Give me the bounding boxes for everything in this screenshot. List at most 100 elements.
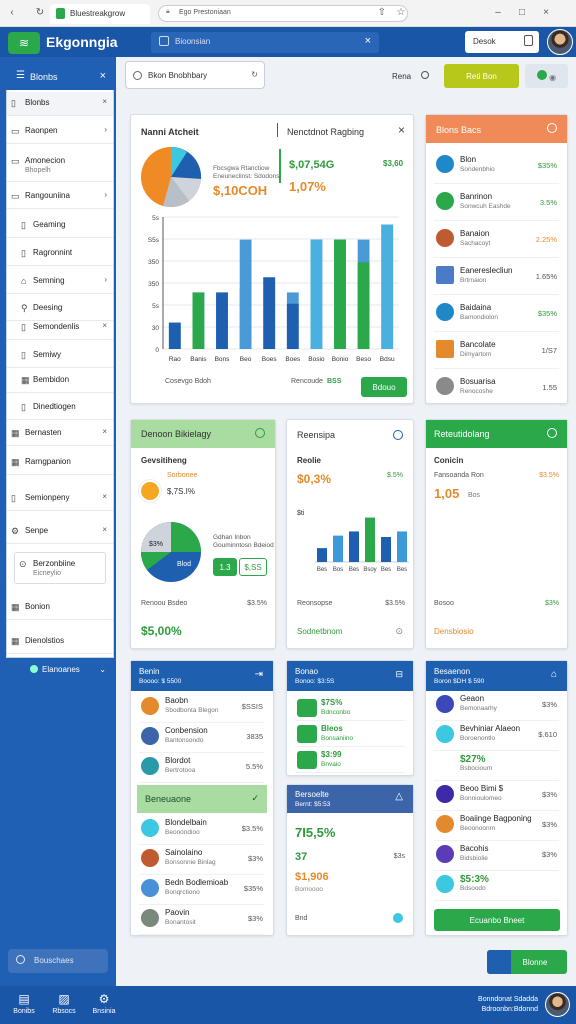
nav-label: Bonibs bbox=[13, 1008, 35, 1015]
sidebar-item[interactable]: ▦ Bembidon bbox=[7, 369, 113, 393]
close-icon[interactable]: × bbox=[102, 321, 107, 330]
header-search-input[interactable]: Bioonsian × bbox=[151, 32, 379, 53]
sidebar-item[interactable]: ⌂ Semning › bbox=[7, 270, 113, 294]
back-icon[interactable]: ‹ bbox=[6, 7, 18, 19]
list-item[interactable]: Blordot Bertrotooa 5.5% bbox=[139, 753, 265, 783]
sidebar-close-icon[interactable]: × bbox=[100, 70, 106, 82]
list-item[interactable]: Bevhiniar Alaeon Boroenontlo $.610 bbox=[434, 721, 559, 751]
close-icon[interactable]: × bbox=[398, 123, 405, 137]
list-item[interactable]: $5:3% Bdsoodo bbox=[434, 871, 559, 901]
share-icon[interactable]: ⇧ bbox=[376, 7, 388, 19]
home-icon[interactable]: ⌂ bbox=[551, 669, 557, 680]
export-icon[interactable]: ⇥ bbox=[255, 669, 263, 680]
chevron-right-icon[interactable]: › bbox=[104, 125, 107, 134]
list-item[interactable]: Blondelbain Beonondioo $3.5% bbox=[139, 815, 265, 845]
floating-action-button[interactable]: Blonne bbox=[487, 950, 567, 974]
close-icon[interactable]: × bbox=[102, 492, 107, 501]
list-item[interactable]: $7S% Bdnconbo bbox=[295, 695, 405, 721]
sidebar-item[interactable]: ▯ Semionpeny × bbox=[7, 487, 113, 511]
list-a-card: Benin Boooo: $ 5500 ⇥ Baobn Sbodbonta Ble… bbox=[130, 660, 274, 936]
panel-a-button-b[interactable]: $,SS bbox=[239, 558, 267, 576]
bar bbox=[168, 322, 181, 349]
list-item[interactable]: Geaon Bemonaarhy $3% bbox=[434, 691, 559, 721]
toggle-button[interactable]: ◉ bbox=[525, 64, 568, 88]
sidebar-item[interactable]: ▭ Raonpen › bbox=[7, 120, 113, 144]
sidebar-item[interactable]: ⚙ Senpe × bbox=[7, 520, 113, 544]
reload-icon[interactable]: ↻ bbox=[34, 7, 46, 19]
list-item[interactable]: Bleos Bonsaniino bbox=[295, 721, 405, 747]
bottom-avatar[interactable] bbox=[545, 992, 570, 1017]
list-e-button[interactable]: Ecuanbo Bneet bbox=[434, 909, 560, 931]
sidebar-item[interactable]: ▦ Bernasten × bbox=[7, 422, 113, 446]
bottom-nav-item[interactable]: ⚙ Bnsinia bbox=[84, 992, 124, 1015]
sidebar-item[interactable]: ▯ Blonbs × bbox=[7, 92, 113, 116]
settings-icon[interactable]: ⊙ bbox=[395, 626, 403, 637]
close-icon[interactable]: × bbox=[102, 525, 107, 534]
nav-label: Bnsinia bbox=[92, 1008, 116, 1015]
sidebar-item[interactable]: ▦ Bonion bbox=[7, 596, 113, 620]
close-window-icon[interactable]: × bbox=[540, 7, 552, 19]
list-item[interactable]: Beoo Bimi $ Bonnioulomeo $3% bbox=[434, 781, 559, 811]
address-bar[interactable]: 🔒︎ Ego Prestoniaan bbox=[158, 5, 408, 22]
list-item[interactable]: Paovin Bonantosit $3% bbox=[139, 905, 265, 935]
chevron-right-icon[interactable]: › bbox=[104, 275, 107, 284]
overview-action-button[interactable]: Bdouo bbox=[361, 377, 407, 397]
close-icon[interactable]: × bbox=[102, 97, 107, 106]
nav-label: Rbsocs bbox=[52, 1008, 76, 1015]
list-item-subtitle: Bonsonnie Binlag bbox=[165, 859, 216, 866]
panel-a-button-a[interactable]: 1.3 bbox=[213, 558, 237, 576]
sidebar-item[interactable]: ▦ Dienolstios bbox=[7, 630, 113, 654]
list-item[interactable]: Baobn Sbodbonta Blegon $SSIS bbox=[139, 693, 265, 723]
sidebar-item[interactable]: ▭ Amonecion Bhopelh bbox=[7, 150, 113, 182]
sidebar-item[interactable]: ▦ Rarngpanion bbox=[7, 451, 113, 475]
avatar-icon bbox=[436, 695, 454, 713]
avatar-icon bbox=[436, 377, 454, 395]
sidebar-expanded-item[interactable]: Elanoanes ⌄ bbox=[8, 665, 114, 681]
list-item[interactable]: Sainolaino Bonsonnie Binlag $3% bbox=[139, 845, 265, 875]
sidebar-footer-button[interactable]: Bouschaes bbox=[8, 949, 108, 973]
bottom-nav-item[interactable]: ▤ Bonibs bbox=[4, 992, 44, 1015]
list-item[interactable]: $27% Bsbocioum bbox=[434, 751, 559, 781]
sidebar-item[interactable]: ▯ Ragronnint bbox=[7, 242, 113, 266]
sidebar-item[interactable]: ▯ Semiwy bbox=[7, 344, 113, 368]
bottom-nav-item[interactable]: ▨ Rbsocs bbox=[44, 992, 84, 1015]
list-item[interactable]: Banaion Sachacoyt 2.25% bbox=[434, 221, 559, 258]
maximize-icon[interactable]: □ bbox=[516, 7, 528, 19]
tab-title: Bluestreakgrow bbox=[70, 9, 126, 18]
minimize-icon[interactable]: – bbox=[492, 7, 504, 19]
bookmark-star-icon[interactable]: ☆ bbox=[395, 7, 407, 19]
user-menu-button[interactable]: Desok bbox=[465, 31, 539, 53]
clock-icon bbox=[421, 71, 430, 79]
list-item[interactable]: $3:99 Bnvaio bbox=[295, 747, 405, 773]
list-item[interactable]: Eanereslecliun Brtrnaion 1.65% bbox=[434, 258, 559, 295]
clear-search-icon[interactable]: × bbox=[365, 35, 371, 47]
list-item[interactable]: Boaiinge Bagponing Beoonoonrn $3% bbox=[434, 811, 559, 841]
list-item[interactable]: Bosuarisa Renocoshe 1.55 bbox=[434, 369, 559, 406]
list-item[interactable]: Bancolate Dimyartom 1/S7 bbox=[434, 332, 559, 369]
info-icon[interactable] bbox=[393, 430, 403, 440]
close-icon[interactable]: × bbox=[102, 427, 107, 436]
sidebar-item[interactable]: ▭ Rangouniina › bbox=[7, 185, 113, 209]
sidebar-item[interactable]: ▯ Geaming bbox=[7, 214, 113, 238]
filter-dropdown[interactable]: Rena bbox=[392, 71, 430, 81]
list-item-value: $3% bbox=[541, 700, 557, 709]
car-icon[interactable]: ⊟ bbox=[395, 669, 403, 680]
list-item[interactable]: Banrinon Sonwcuh Eashde 3.5% bbox=[434, 184, 559, 221]
hamburger-menu-icon[interactable]: ☰ bbox=[16, 70, 25, 81]
favicon-icon bbox=[56, 8, 65, 19]
browser-tab[interactable]: Bluestreakgrow bbox=[50, 4, 150, 24]
user-avatar[interactable] bbox=[547, 29, 573, 55]
list-item[interactable]: Bedn Bodlemioab Bonqrctiono $35% bbox=[139, 875, 265, 905]
main-search-input[interactable]: Bkon Bnobhbary ↻ bbox=[125, 61, 265, 89]
refresh-icon[interactable]: ↻ bbox=[251, 70, 258, 79]
sidebar-item[interactable]: ▯ Semondenlis × bbox=[7, 316, 113, 340]
chevron-right-icon[interactable]: › bbox=[104, 190, 107, 199]
list-item[interactable]: Conbension Bantonsondo 3835 bbox=[139, 723, 265, 753]
sidebar-item[interactable]: ▯ Dinedtiogen bbox=[7, 396, 113, 420]
sidebar-item[interactable]: ⊙ Berzonbiine Eicneylio bbox=[14, 552, 106, 584]
primary-action-button[interactable]: Reti Bon bbox=[444, 64, 519, 88]
list-item[interactable]: Bacohis Bidsbiolie $3% bbox=[434, 841, 559, 871]
alert-icon[interactable]: △ bbox=[395, 791, 403, 802]
list-item[interactable]: Blon Sondenbhio $35% bbox=[434, 147, 559, 184]
list-item[interactable]: Baidaina Bamondiolon $35% bbox=[434, 295, 559, 332]
